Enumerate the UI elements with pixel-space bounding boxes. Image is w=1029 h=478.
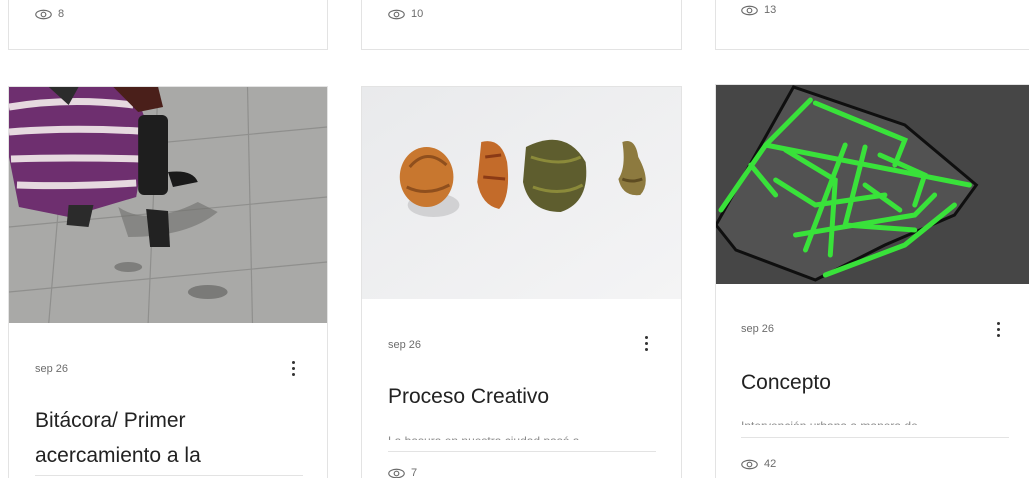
post-card-bitacora[interactable]: sep 26 Bitácora/ Primer acercamiento a l… [8,86,328,478]
card-divider [35,475,303,476]
views-count: 8 [58,8,65,20]
views-count: 7 [411,467,418,478]
post-title[interactable]: Concepto [741,369,831,396]
post-date: sep 26 [388,339,422,351]
more-options-button[interactable] [286,358,300,378]
post-title[interactable]: Proceso Creativo [388,383,549,410]
post-title-line-1: Bitácora/ Primer [35,409,186,432]
post-card-concepto[interactable]: sep 26 Concepto Intervención urbana a ma… [715,84,1029,478]
views-count: 13 [764,4,777,16]
top-card-1[interactable]: 8 [8,0,328,50]
top-card-2[interactable]: 10 [361,0,682,50]
post-title-line-2: acercamiento a la [35,444,201,467]
card-divider [741,437,1009,438]
eye-icon [388,468,405,478]
post-excerpt: Intervención urbana a manera de [741,415,996,425]
eye-icon [35,9,52,19]
views-counter: 7 [388,467,417,478]
views-counter: 10 [388,8,423,20]
views-count: 10 [411,8,424,20]
post-date: sep 26 [35,363,69,375]
views-count: 42 [764,458,777,470]
card-divider [388,451,656,452]
eye-icon [388,9,405,19]
eye-icon [741,5,758,15]
more-options-button[interactable] [639,333,653,353]
more-options-icon [644,335,648,339]
post-card-proceso-creativo[interactable]: sep 26 Proceso Creativo La basura en nue… [361,86,682,478]
more-options-button[interactable] [991,319,1005,339]
views-counter: 13 [741,4,776,16]
post-image-woman-walking[interactable] [9,87,327,323]
more-options-icon [996,321,1000,325]
more-options-icon [291,360,295,364]
views-counter: 8 [35,8,64,20]
post-title[interactable]: Bitácora/ Primer acercamiento a la [35,407,201,469]
views-counter: 42 [741,458,776,470]
top-card-3[interactable]: 13 [715,0,1029,50]
post-date: sep 26 [741,323,775,335]
post-image-street-map[interactable] [716,85,1029,284]
eye-icon [741,459,758,469]
post-excerpt: La basura en nuestra ciudad pasó a [388,430,646,440]
post-image-organic-objects[interactable] [362,87,681,299]
